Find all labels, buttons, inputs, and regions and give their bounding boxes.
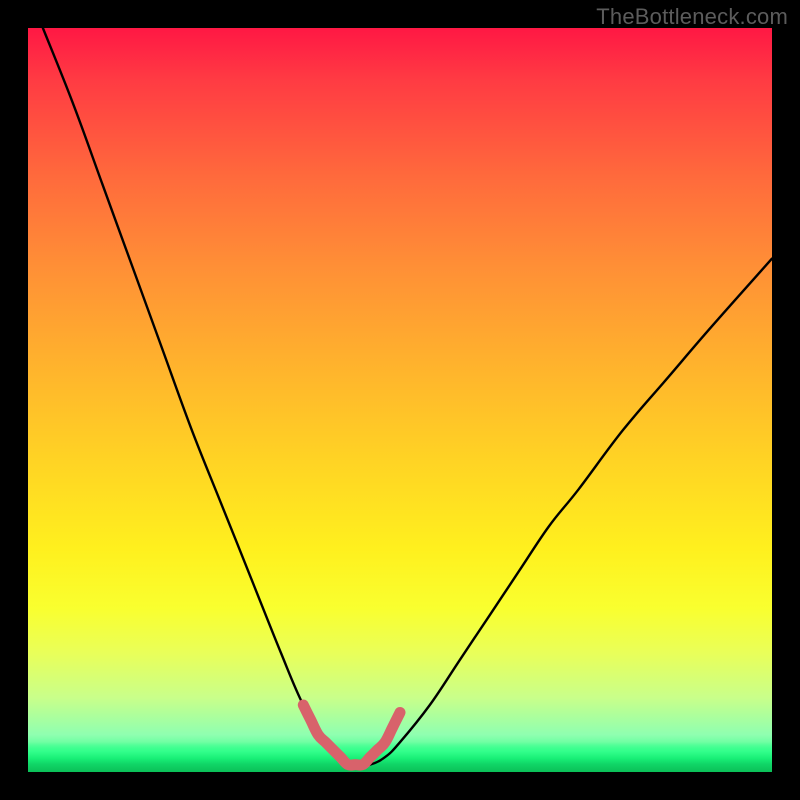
watermark-text: TheBottleneck.com (596, 4, 788, 30)
bottleneck-curve-svg (28, 28, 772, 772)
plot-area (28, 28, 772, 772)
chart-frame: TheBottleneck.com (0, 0, 800, 800)
bottleneck-curve-path (43, 28, 772, 766)
